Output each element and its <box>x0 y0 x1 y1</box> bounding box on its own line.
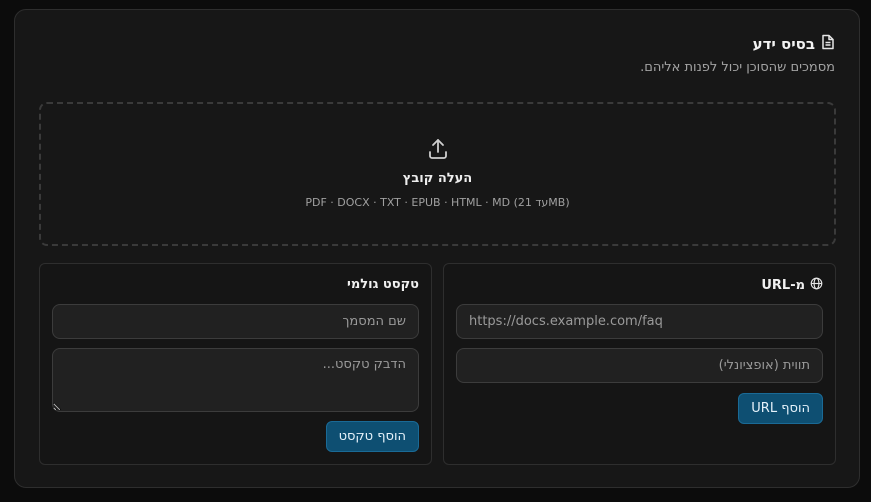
document-icon <box>821 34 835 54</box>
raw-text-textarea[interactable] <box>52 348 419 412</box>
knowledge-base-card: בסיס ידע מסמכים שהסוכן יכול לפנות אליהם.… <box>14 9 860 488</box>
card-header: בסיס ידע <box>753 34 835 54</box>
raw-text-panel-header: טקסט גולמי <box>347 277 419 292</box>
upload-dropzone[interactable]: העלה קובץ PDF · DOCX · TXT · EPUB · HTML… <box>39 102 836 246</box>
page-subtitle: מסמכים שהסוכן יכול לפנות אליהם. <box>640 60 835 75</box>
url-panel-header: מ-URL <box>761 277 823 294</box>
upload-title: העלה קובץ <box>402 171 473 186</box>
globe-icon <box>810 277 823 294</box>
upload-hint: PDF · DOCX · TXT · EPUB · HTML · MD (עד … <box>305 196 570 209</box>
document-name-input[interactable] <box>52 304 419 339</box>
page-title: בסיס ידע <box>752 35 815 53</box>
add-text-button[interactable]: הוסף טקסט <box>325 421 419 452</box>
add-url-button[interactable]: הוסף URL <box>738 393 823 424</box>
url-panel-title: מ-URL <box>761 278 805 293</box>
url-label-input[interactable] <box>456 348 823 383</box>
upload-icon <box>426 137 450 161</box>
url-panel: מ-URL הוסף URL <box>443 263 836 465</box>
raw-text-panel-title: טקסט גולמי <box>347 277 419 292</box>
url-input[interactable] <box>456 304 823 339</box>
raw-text-panel: טקסט גולמי הוסף טקסט <box>39 263 432 465</box>
